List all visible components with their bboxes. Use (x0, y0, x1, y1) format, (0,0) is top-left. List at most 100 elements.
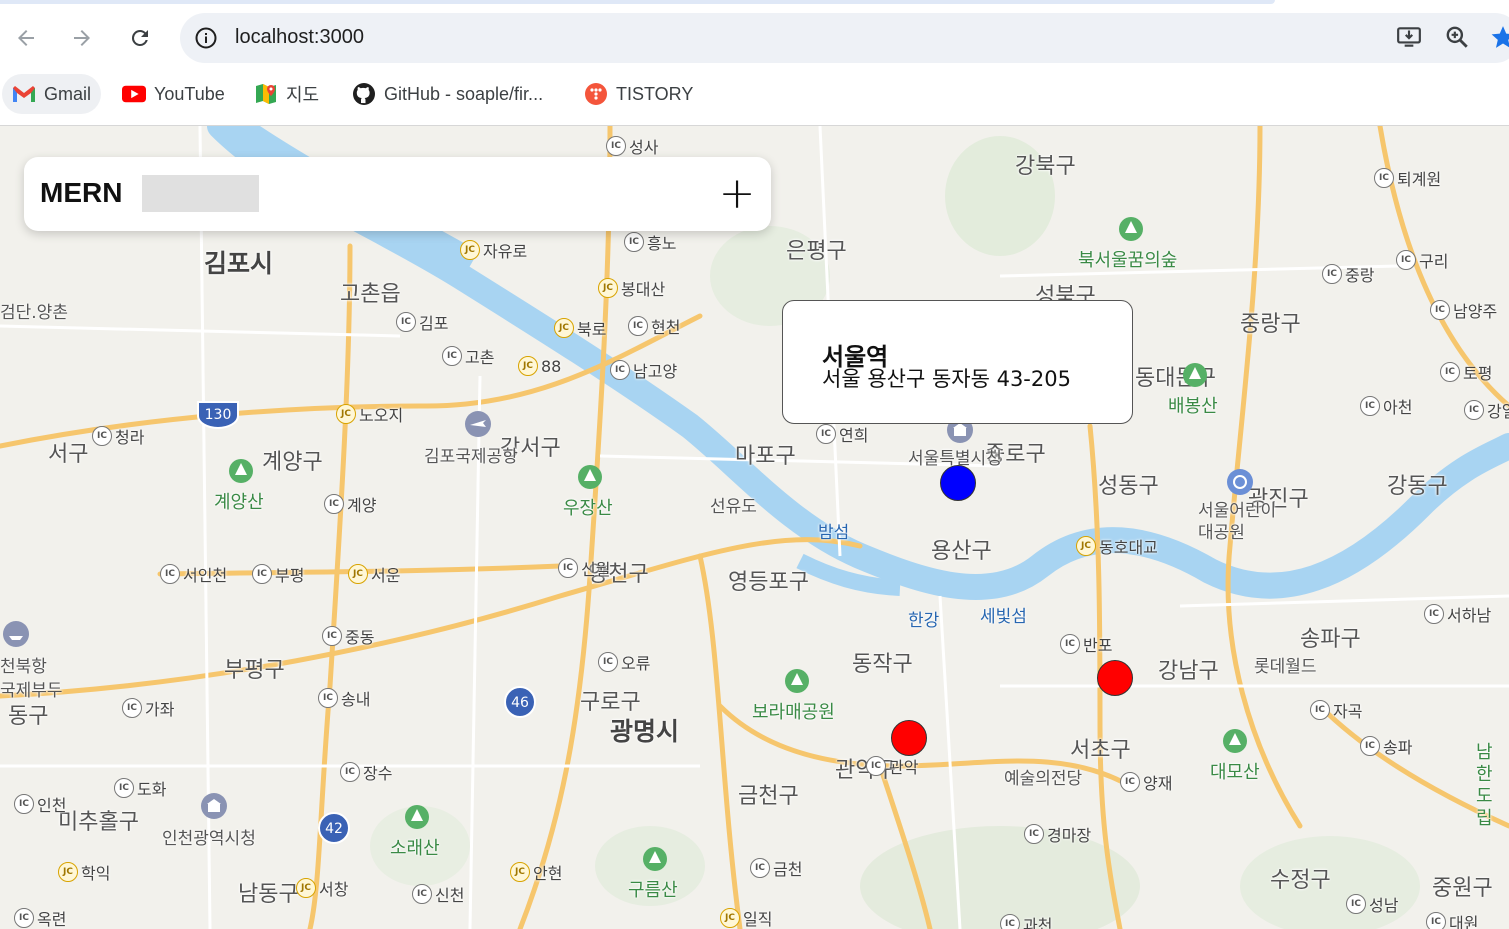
interchange-label: JC 88 (518, 356, 561, 376)
interchange-label: IC 서인천 (160, 562, 227, 586)
bookmark-github[interactable]: GitHub - soaple/fir... (342, 74, 553, 114)
interchange-label: IC 고촌 (442, 344, 494, 368)
interchange-label: IC 구리 (1396, 248, 1448, 272)
route-shield-number: 42 (325, 821, 343, 837)
interchange-label: IC 대원 (1426, 910, 1478, 929)
interchange-label: IC 양재 (1120, 770, 1172, 794)
install-app-button[interactable] (1396, 24, 1422, 54)
interchange-label: IC 퇴계원 (1374, 166, 1441, 190)
map-label-district: 서구 (48, 442, 89, 467)
jc-badge-icon: JC (460, 240, 480, 260)
map-label-district: 동구 (8, 704, 49, 729)
interchange-label: IC 남양주 (1430, 298, 1497, 322)
ic-badge-icon: IC (14, 908, 34, 928)
interchange-label: IC 장수 (340, 760, 392, 784)
place-marker[interactable] (1097, 660, 1133, 696)
map-label-district: 광명시 (610, 717, 680, 746)
interchange-label: IC 계양 (324, 492, 376, 516)
map-label-district: 수정구 (1270, 868, 1331, 893)
ic-badge-icon: IC (866, 756, 886, 776)
interchange-label: IC 연희 (816, 422, 868, 446)
interchange-label: IC 금천 (750, 856, 802, 880)
bookmark-gmail[interactable]: Gmail (2, 74, 102, 114)
app-brand: MERN (40, 177, 123, 208)
url-text[interactable]: localhost:3000 (235, 26, 364, 49)
interchange-label: IC 신월 (558, 556, 610, 580)
map-label-district: 강남구 (1158, 659, 1219, 684)
map-label-place: 롯데월드 (1254, 657, 1317, 677)
google-maps-icon (254, 82, 278, 106)
jc-badge-icon: JC (554, 318, 574, 338)
bookmark-label: 지도 (286, 85, 320, 105)
ic-badge-icon: IC (1024, 824, 1044, 844)
app-header-card: MERN + (24, 157, 771, 231)
map-label-district: 은평구 (786, 239, 847, 264)
bookmark-youtube[interactable]: YouTube (112, 74, 235, 114)
ic-badge-icon: IC (1424, 604, 1444, 624)
map-label-district: 서초구 (1070, 738, 1131, 763)
forward-button[interactable] (66, 22, 98, 54)
jc-badge-icon: JC (598, 278, 618, 298)
ic-badge-icon: IC (1426, 912, 1446, 929)
map-label-place: 선유도 (710, 497, 757, 517)
map-label-district: 남동구 (238, 882, 299, 907)
zoom-button[interactable] (1444, 24, 1470, 54)
back-button[interactable] (10, 22, 42, 54)
interchange-label: JC 자유로 (460, 238, 527, 262)
jc-badge-icon: JC (348, 564, 368, 584)
map-label-place: 고촌읍 (340, 282, 401, 307)
interchange-label: IC 경마장 (1024, 822, 1091, 846)
interchange-label: IC 남고양 (610, 358, 677, 382)
bookmark-tistory[interactable]: TISTORY (574, 74, 703, 114)
interchange-label: JC 일직 (720, 906, 772, 929)
interchange-label: IC 부평 (252, 562, 304, 586)
search-input[interactable] (142, 175, 259, 212)
site-info-button[interactable] (194, 26, 218, 54)
add-place-button[interactable]: + (716, 172, 758, 216)
reload-button[interactable] (124, 22, 156, 54)
bookmarks-bar: Gmail YouTube 지도 GitHub - soaple/fir... … (0, 72, 1509, 116)
ic-badge-icon: IC (252, 564, 272, 584)
park-icon (229, 459, 253, 483)
bookmark-label: TISTORY (616, 83, 694, 104)
map-label-district: 동작구 (852, 652, 913, 677)
ic-badge-icon: IC (1346, 894, 1366, 914)
address-bar[interactable]: localhost:3000 (180, 13, 1509, 63)
interchange-label: IC 인천 (14, 792, 66, 816)
interchange-label: IC 옥련 (14, 906, 66, 929)
ic-badge-icon: IC (1360, 736, 1380, 756)
browser-chrome: localhost:3000 Gmail YouTube 지도 GitHub -… (0, 0, 1509, 126)
city-hall-icon (201, 793, 227, 819)
map-label-place: 국제부두 (0, 681, 63, 701)
interchange-label: IC 반포 (1060, 632, 1112, 656)
map-view[interactable]: 김포시 강북구 은평구 성북구 중랑구 마포구 서구 계양구 강서구 성동구 강… (0, 126, 1509, 929)
route-shield-icon: 42 (318, 812, 350, 844)
park-icon (578, 465, 602, 489)
interchange-label: IC 흥노 (624, 230, 676, 254)
ic-badge-icon: IC (1430, 300, 1450, 320)
place-marker[interactable] (891, 720, 927, 756)
interchange-label: JC 동호대교 (1076, 534, 1158, 558)
park-icon (405, 805, 429, 829)
interchange-label: JC 봉대산 (598, 276, 665, 300)
youtube-icon (122, 82, 146, 106)
ic-badge-icon: IC (1322, 264, 1342, 284)
ic-badge-icon: IC (396, 312, 416, 332)
interchange-label: IC 토평 (1440, 360, 1492, 384)
map-label-place: 예술의전당 (1004, 769, 1083, 789)
popup-address: 서울 용산구 동자동 43-205 (822, 367, 1071, 391)
map-label-park: 배봉산 (1168, 396, 1218, 417)
interchange-label: JC 북로 (554, 316, 606, 340)
map-label-park: 보라매공원 (752, 702, 835, 723)
star-icon (1491, 26, 1509, 48)
interchange-label: IC 자곡 (1310, 698, 1362, 722)
ic-badge-icon: IC (1000, 914, 1020, 929)
forward-arrow-icon (74, 30, 90, 46)
selected-marker[interactable] (940, 465, 976, 501)
bookmark-maps[interactable]: 지도 (244, 74, 329, 114)
interchange-label: IC 관악 (866, 754, 918, 778)
bookmark-star-button[interactable] (1490, 24, 1509, 54)
map-label-district: 강북구 (1015, 154, 1076, 179)
map-label-park: 대모산 (1210, 762, 1260, 783)
map-label-district: 김포시 (204, 249, 274, 278)
